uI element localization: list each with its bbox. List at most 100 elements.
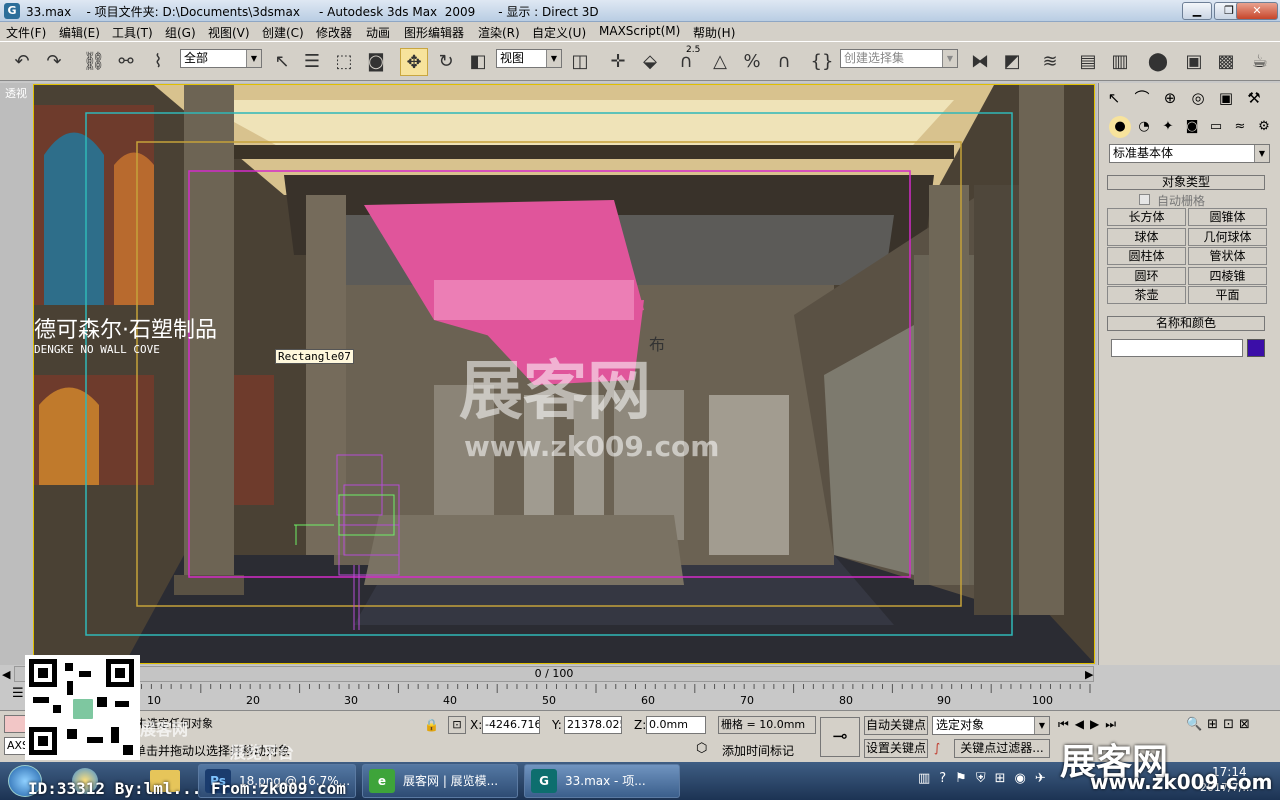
category-dropdown[interactable]: 标准基本体 ▼ — [1109, 144, 1270, 163]
menu-help[interactable]: 帮助(H) — [693, 24, 735, 41]
menu-views[interactable]: 视图(V) — [208, 24, 250, 41]
helpers-icon[interactable]: ▭ — [1205, 116, 1227, 138]
window-crossing-icon[interactable]: ◙ — [362, 48, 390, 76]
system-tray-icons[interactable]: ▥?⚑⛨⊞◉✈ — [918, 771, 1055, 786]
space-warps-icon[interactable]: ≈ — [1229, 116, 1251, 138]
object-name-input[interactable] — [1111, 339, 1243, 357]
y-coordinate-input[interactable]: 21378.025 — [564, 716, 622, 734]
z-coordinate-input[interactable]: 0.0mm — [646, 716, 706, 734]
schematic-view-icon[interactable]: ▥ — [1106, 48, 1134, 76]
quick-render-icon[interactable]: ☕ — [1246, 48, 1274, 76]
rotate-icon[interactable]: ↻ — [432, 48, 460, 76]
menu-file[interactable]: 文件(F) — [6, 24, 46, 41]
menu-edit[interactable]: 编辑(E) — [59, 24, 100, 41]
menu-animation[interactable]: 动画 — [366, 24, 390, 41]
track-bar-toggle-icon[interactable]: ☰ — [12, 686, 24, 701]
timeline-left-arrow[interactable]: ◀ — [2, 668, 10, 681]
cylinder-button[interactable]: 圆柱体 — [1107, 247, 1186, 265]
align-icon[interactable]: ◩ — [998, 48, 1026, 76]
curve-editor-icon[interactable]: ▤ — [1074, 48, 1102, 76]
menu-tools[interactable]: 工具(T) — [112, 24, 153, 41]
spinner-snap-icon[interactable]: ∩ — [770, 48, 798, 76]
main-toolbar: ↶ ↷ ⛓ ⚯ ⌇ 全部 ▼ ↖ ☰ ⬚ ◙ ✥ ↻ ◧ 视图 ▼ ◫ ✛ ⬙ ∩ … — [0, 41, 1280, 81]
torus-button[interactable]: 圆环 — [1107, 267, 1186, 285]
angle-snap-icon[interactable]: △ — [706, 48, 734, 76]
shapes-icon[interactable]: ◔ — [1133, 116, 1155, 138]
key-filters-button[interactable]: 关键点过滤器... — [954, 739, 1050, 758]
create-tab-icon[interactable]: ↖ — [1101, 85, 1127, 111]
hierarchy-tab-icon[interactable]: ⊕ — [1157, 85, 1183, 111]
selection-filter-dropdown[interactable]: 全部 ▼ — [180, 49, 262, 68]
modify-tab-icon[interactable]: ⌒ — [1129, 85, 1155, 111]
key-icon[interactable]: ⊸ — [820, 717, 860, 757]
taskbar-item-browser[interactable]: e 展客网 | 展览模... — [362, 764, 518, 798]
keyboard-shortcut-icon[interactable]: ⬙ — [636, 48, 664, 76]
close-button[interactable]: ✕ — [1236, 2, 1278, 20]
pyramid-button[interactable]: 四棱锥 — [1188, 267, 1267, 285]
menu-customize[interactable]: 自定义(U) — [532, 24, 586, 41]
select-link-icon[interactable]: ⛓ — [80, 48, 108, 76]
menu-graph-editors[interactable]: 图形编辑器 — [404, 24, 464, 41]
lights-icon[interactable]: ✦ — [1157, 116, 1179, 138]
app-icon[interactable]: G — [4, 3, 20, 19]
cameras-icon[interactable]: ◙ — [1181, 116, 1203, 138]
menu-rendering[interactable]: 渲染(R) — [478, 24, 520, 41]
menu-create[interactable]: 创建(C) — [262, 24, 304, 41]
timeline-right-arrow[interactable]: ▶ — [1085, 668, 1093, 681]
add-time-tag-button[interactable]: 添加时间标记 — [722, 742, 794, 759]
viewport-label[interactable]: 透视 — [5, 85, 27, 101]
taskbar-item-3dsmax[interactable]: G 33.max - 项... — [524, 764, 680, 798]
auto-key-button[interactable]: 自动关键点 — [864, 716, 928, 735]
geosphere-button[interactable]: 几何球体 — [1188, 228, 1267, 246]
set-key-button[interactable]: 设置关键点 — [864, 739, 928, 758]
minimize-button[interactable]: ▁ — [1182, 2, 1212, 20]
undo-icon[interactable]: ↶ — [8, 48, 36, 76]
select-object-icon[interactable]: ↖ — [268, 48, 296, 76]
menu-group[interactable]: 组(G) — [165, 24, 196, 41]
object-type-rollout[interactable]: 对象类型 — [1107, 175, 1265, 190]
time-slider[interactable]: 0 / 100 — [14, 666, 1094, 682]
object-color-swatch[interactable] — [1247, 339, 1265, 357]
rendered-frame-icon[interactable]: ▩ — [1212, 48, 1240, 76]
cone-button[interactable]: 圆锥体 — [1188, 208, 1267, 226]
box-button[interactable]: 长方体 — [1107, 208, 1186, 226]
pivot-center-icon[interactable]: ◫ — [566, 48, 594, 76]
viewport-nav-controls[interactable]: 🔍⊞⊡⊠ — [1186, 717, 1255, 732]
perspective-viewport[interactable]: 德可森尔·石塑制品 DENGKE NO WALL COVE 布 Rectangl… — [33, 84, 1095, 664]
percent-snap-icon[interactable]: % — [738, 48, 766, 76]
menu-modifiers[interactable]: 修改器 — [316, 24, 352, 41]
plane-button[interactable]: 平面 — [1188, 286, 1267, 304]
unlink-icon[interactable]: ⚯ — [112, 48, 140, 76]
tube-button[interactable]: 管状体 — [1188, 247, 1267, 265]
systems-icon[interactable]: ⚙ — [1253, 116, 1275, 138]
material-editor-icon[interactable]: ⬤ — [1144, 48, 1172, 76]
utilities-tab-icon[interactable]: ⚒ — [1241, 85, 1267, 111]
playback-controls[interactable]: ⏮◀▶⏭ — [1058, 717, 1122, 732]
menu-maxscript[interactable]: MAXScript(M) — [599, 24, 680, 38]
scale-icon[interactable]: ◧ — [464, 48, 492, 76]
geometry-icon[interactable]: ● — [1109, 116, 1131, 138]
key-mode-dropdown[interactable]: 选定对象 ▼ — [932, 716, 1050, 735]
render-setup-icon[interactable]: ▣ — [1180, 48, 1208, 76]
sphere-button[interactable]: 球体 — [1107, 228, 1186, 246]
move-icon[interactable]: ✥ — [400, 48, 428, 76]
named-selection-set-dropdown[interactable]: 创建选择集 ▼ — [840, 49, 958, 68]
motion-tab-icon[interactable]: ◎ — [1185, 85, 1211, 111]
absolute-mode-icon[interactable]: ⊡ — [448, 716, 466, 734]
edit-named-selection-icon[interactable]: {} — [808, 48, 836, 76]
track-bar[interactable]: 10 20 30 40 50 60 70 80 90 100 — [100, 684, 1095, 710]
x-coordinate-input[interactable]: -4246.716 — [482, 716, 540, 734]
display-tab-icon[interactable]: ▣ — [1213, 85, 1239, 111]
select-manipulate-icon[interactable]: ✛ — [604, 48, 632, 76]
teapot-button[interactable]: 茶壶 — [1107, 286, 1186, 304]
select-by-name-icon[interactable]: ☰ — [298, 48, 326, 76]
bind-space-warp-icon[interactable]: ⌇ — [144, 48, 172, 76]
reference-coordinate-dropdown[interactable]: 视图 ▼ — [496, 49, 562, 68]
redo-icon[interactable]: ↷ — [40, 48, 68, 76]
rectangular-selection-icon[interactable]: ⬚ — [330, 48, 358, 76]
layer-manager-icon[interactable]: ≋ — [1036, 48, 1064, 76]
name-color-rollout[interactable]: 名称和颜色 — [1107, 316, 1265, 331]
lock-selection-icon[interactable]: 🔒 — [424, 718, 439, 732]
mirror-icon[interactable]: ⧓ — [966, 48, 994, 76]
auto-grid-checkbox[interactable] — [1139, 194, 1150, 205]
